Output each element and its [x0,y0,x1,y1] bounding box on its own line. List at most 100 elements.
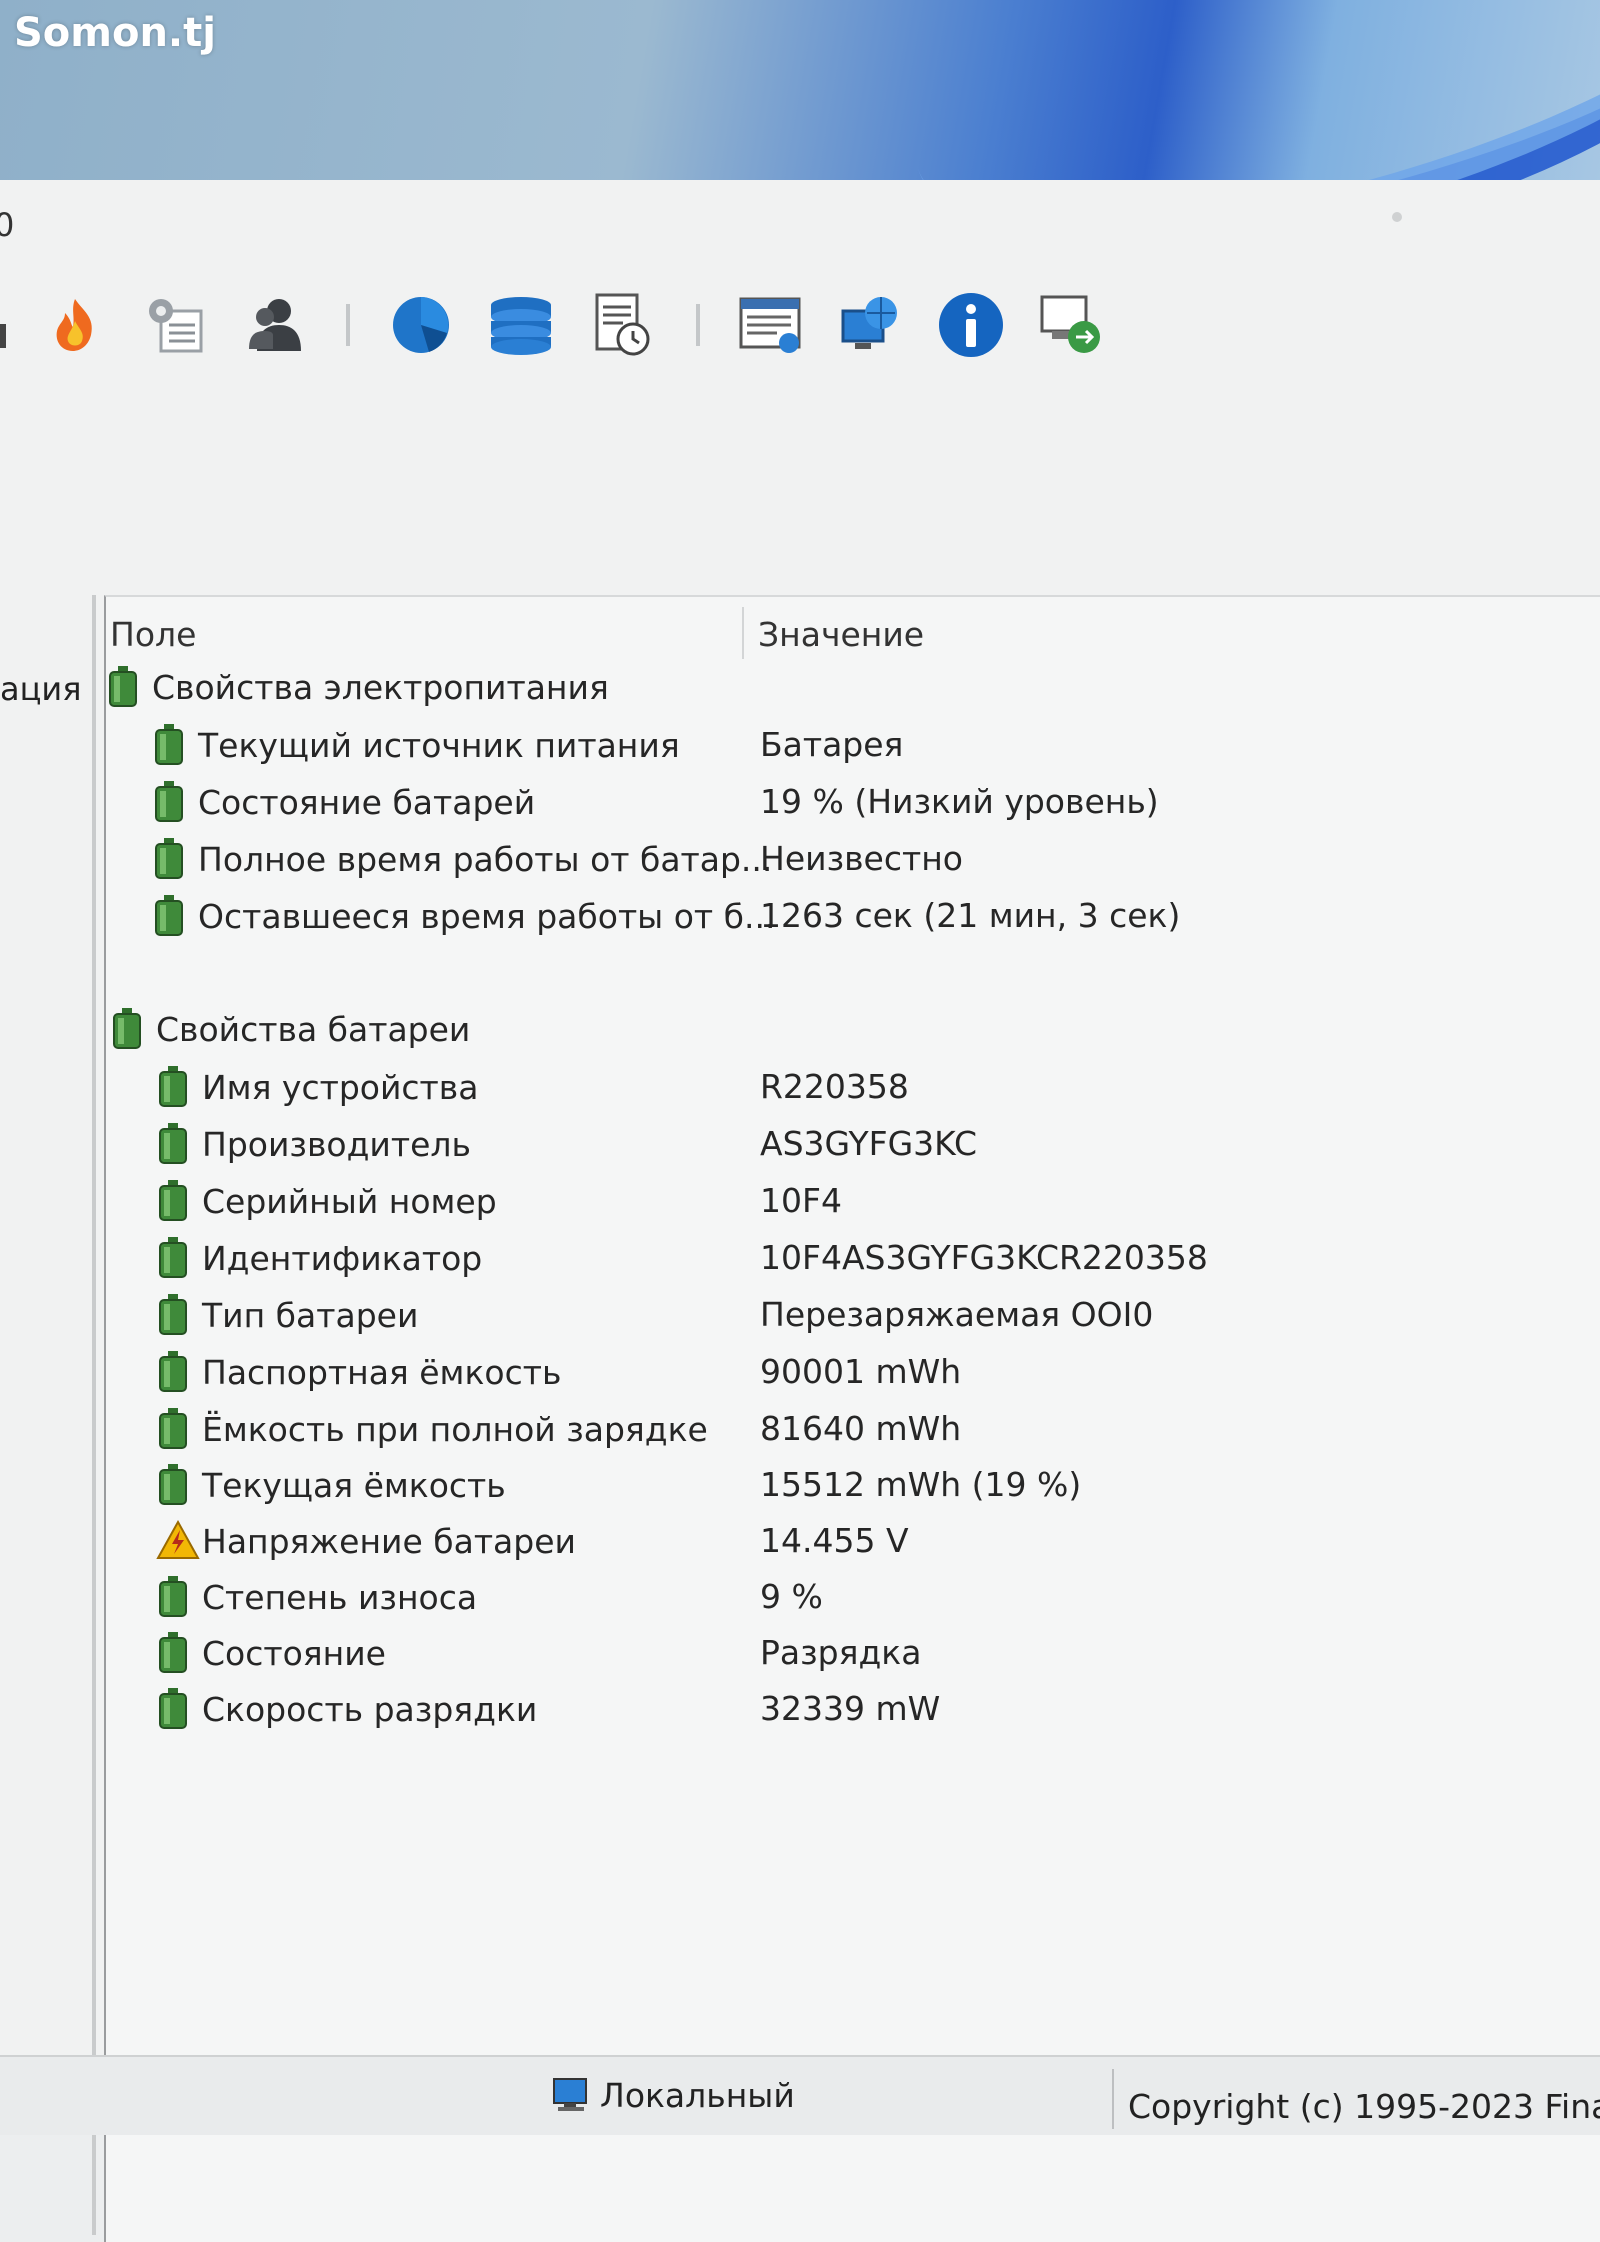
field-label: Имя устройства [202,1067,479,1107]
field-value: Неизвестно [760,839,963,878]
toolbar [0,290,1600,410]
battery-icon [152,779,192,825]
list-item[interactable]: Производитель [156,1116,471,1172]
network-globe-icon[interactable] [836,290,906,360]
battery-icon [156,1235,196,1281]
field-value: 9 % [760,1577,823,1616]
field-value: 10F4 [760,1181,842,1220]
list-item[interactable]: Полное время работы от батар... [152,831,772,887]
properties-panel: Поле Значение Свойства электропитания Те… [104,595,1600,2242]
title-bar-dot [1392,212,1402,222]
title-bar: 0 [0,180,1600,244]
database-icon[interactable] [486,290,556,360]
computer-icon [550,2075,594,2115]
field-value: 19 % (Низкий уровень) [760,782,1159,821]
field-label: Текущий источник питания [198,725,680,765]
battery-icon [156,1349,196,1395]
battery-icon [110,1006,150,1052]
field-value: 1263 сек (21 мин, 3 сек) [760,896,1181,935]
battery-icon [156,1574,196,1620]
battery-icon [156,1406,196,1452]
field-value: AS3GYFG3KC [760,1124,978,1163]
field-label: Тип батареи [202,1295,419,1335]
report-window-icon[interactable] [736,290,806,360]
battery-icon [156,1462,196,1508]
group-title: Свойства батареи [156,1009,471,1049]
info-icon[interactable] [936,290,1006,360]
field-value: Разрядка [760,1633,922,1672]
field-label: Состояние батарей [198,782,536,822]
battery-icon [152,722,192,768]
field-value: 81640 mWh [760,1409,962,1448]
battery-icon [156,1178,196,1224]
app-window: 0 ация Поле Значение Свойства электропит… [0,180,1600,2242]
field-value: R220358 [760,1067,909,1106]
field-value: 14.455 V [760,1521,909,1560]
toolbar-separator [696,304,700,346]
column-header-value[interactable]: Значение [758,615,924,654]
copyright-text: Copyright (c) 1995-2023 Finaly [1128,2087,1600,2126]
battery-icon [156,1064,196,1110]
field-label: Ёмкость при полной зарядке [202,1409,708,1449]
field-label: Производитель [202,1124,471,1164]
remote-connect-icon[interactable] [1036,290,1106,360]
field-label: Паспортная ёмкость [202,1352,562,1392]
list-item[interactable]: Состояние [156,1625,386,1681]
toolbar-edge [0,324,6,348]
list-item[interactable]: Идентификатор [156,1230,482,1286]
list-item[interactable]: Серийный номер [156,1173,497,1229]
report-clock-icon[interactable] [586,290,656,360]
field-value: 90001 mWh [760,1352,962,1391]
field-value: 15512 mWh (19 %) [760,1465,1082,1504]
status-separator [1112,2069,1114,2129]
list-item[interactable]: Текущий источник питания [152,717,680,773]
list-item[interactable]: Имя устройства [156,1059,478,1115]
desktop-wallpaper: Somon.tj [0,0,1600,185]
battery-icon [152,836,192,882]
list-item[interactable]: Скорость разрядки [156,1681,537,1737]
status-local: Локальный [550,2075,795,2115]
column-header-field[interactable]: Поле [110,615,196,654]
watermark: Somon.tj [14,10,216,56]
field-label: Напряжение батареи [202,1521,576,1561]
group-header-power[interactable]: Свойства электропитания [106,659,609,715]
field-label: Идентификатор [202,1238,483,1278]
settings-list-icon[interactable] [140,290,210,360]
group-title: Свойства электропитания [152,667,609,707]
sidebar-splitter[interactable] [92,595,96,2235]
field-value: Батарея [760,725,904,764]
field-label: Скорость разрядки [202,1689,538,1729]
battery-icon [156,1292,196,1338]
pie-chart-icon[interactable] [386,290,456,360]
list-item[interactable]: Тип батареи [156,1287,418,1343]
field-label: Степень износа [202,1577,478,1617]
list-item[interactable]: Степень износа [156,1569,477,1625]
field-label: Серийный номер [202,1181,497,1221]
field-label: Состояние [202,1633,386,1673]
status-bar: Локальный Copyright (c) 1995-2023 Finaly [0,2055,1600,2135]
column-resize-handle[interactable] [742,607,744,659]
list-item[interactable]: Оставшееся время работы от б... [152,888,775,944]
field-label: Текущая ёмкость [202,1465,506,1505]
list-item[interactable]: Текущая ёмкость [156,1457,506,1513]
flame-icon[interactable] [40,290,110,360]
field-label: Оставшееся время работы от б... [198,896,776,936]
battery-icon [156,1630,196,1676]
list-item[interactable]: Паспортная ёмкость [156,1344,561,1400]
field-value: 32339 mW [760,1689,941,1728]
status-local-label: Локальный [600,2075,795,2115]
warning-icon [156,1518,200,1564]
window-title: 0 [0,206,15,244]
list-item[interactable]: Состояние батарей [152,774,535,830]
battery-icon [106,664,146,710]
field-value: 10F4AS3GYFG3KCR220358 [760,1238,1208,1277]
list-item[interactable]: Напряжение батареи [156,1513,576,1569]
toolbar-separator [346,304,350,346]
user-icon[interactable] [240,290,310,360]
group-header-battery[interactable]: Свойства батареи [110,1001,470,1057]
battery-icon [156,1121,196,1167]
battery-icon [156,1686,196,1732]
sidebar-item-partial[interactable]: ация [0,670,81,708]
list-item[interactable]: Ёмкость при полной зарядке [156,1401,708,1457]
field-label: Полное время работы от батар... [198,839,773,879]
